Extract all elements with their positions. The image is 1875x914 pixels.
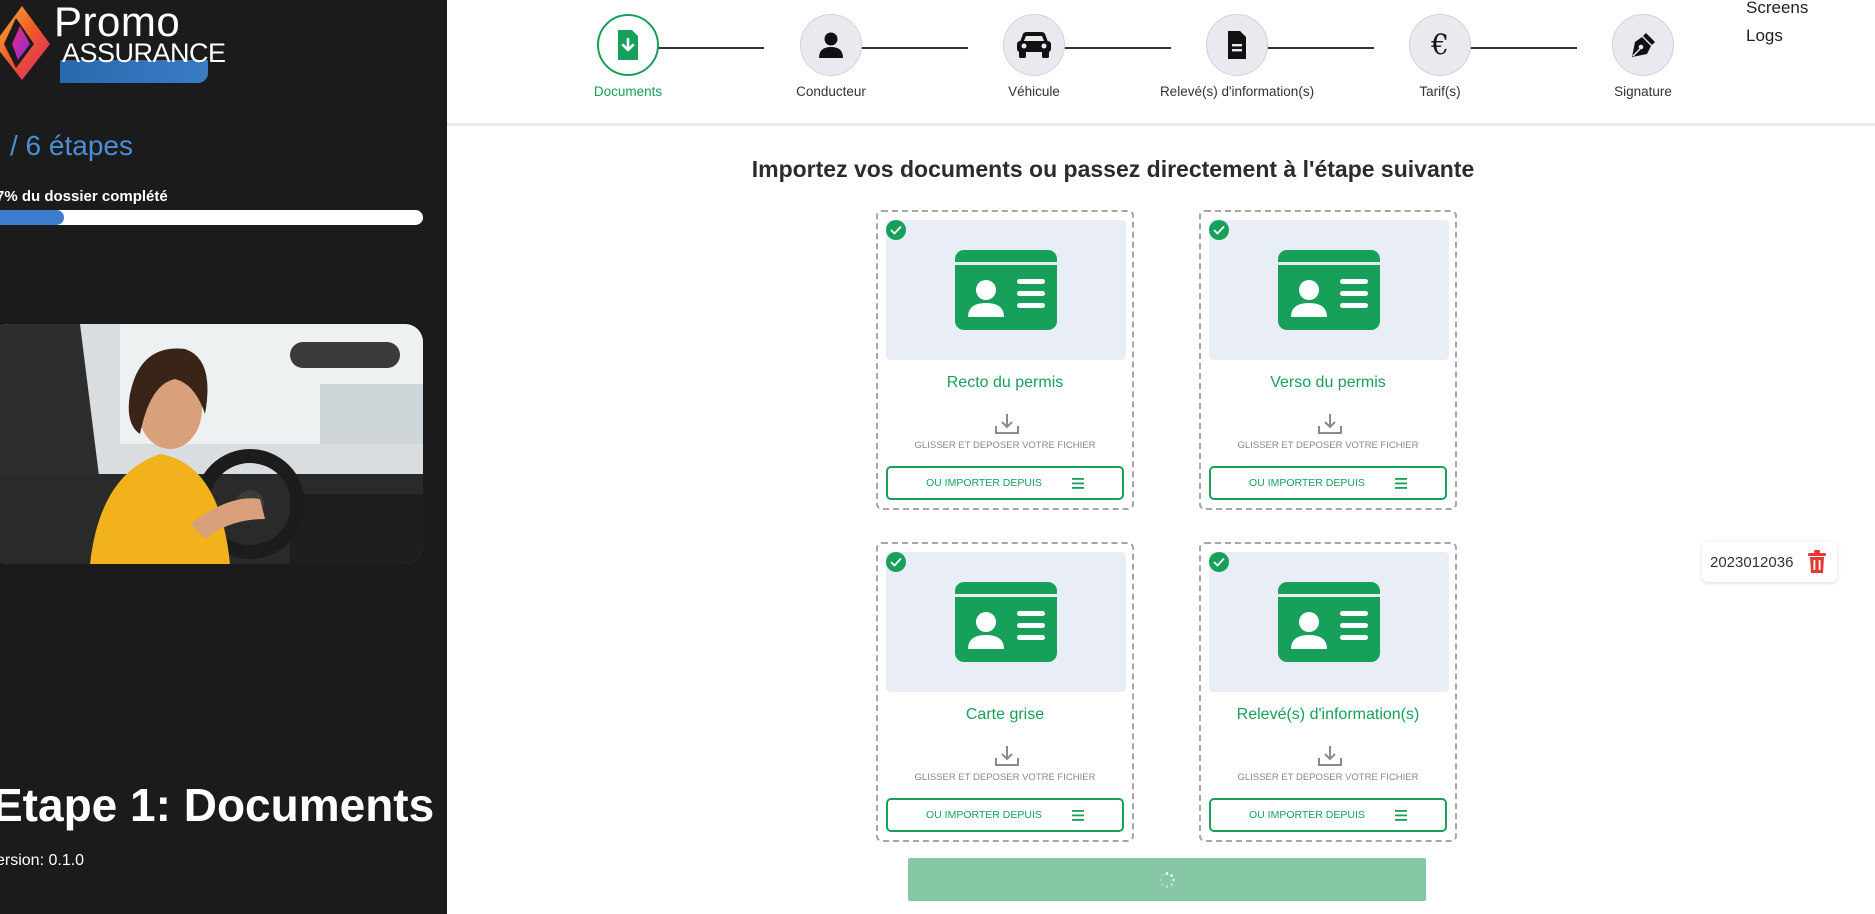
document-label: Verso du permis xyxy=(1270,374,1386,391)
progress-bar xyxy=(0,210,423,225)
loading-spinner-icon xyxy=(1159,871,1175,888)
drop-zone-text: GLISSER ET DEPOSER VOTRE FICHIER xyxy=(914,772,1096,783)
dossier-tag: 2023012036 xyxy=(1702,542,1837,582)
etape-title: Etape 1: Documents xyxy=(0,779,435,831)
hero-image xyxy=(0,324,423,564)
step-documents[interactable]: Documents xyxy=(528,14,728,99)
brand-mark-icon xyxy=(0,6,50,80)
upload-card-recto-permis[interactable]: Recto du permis GLISSER ET DEPOSER VOTRE… xyxy=(876,210,1134,510)
step-label: Tarif(s) xyxy=(1419,84,1461,99)
document-preview xyxy=(886,552,1126,692)
document-preview xyxy=(1209,552,1449,692)
car-icon xyxy=(1017,32,1051,58)
menu-icon xyxy=(1072,810,1084,821)
stepper: Documents Conducteur Véhicule Relevé(s) … xyxy=(447,0,1875,126)
step-circle: € xyxy=(1409,14,1471,76)
file-download-icon xyxy=(618,30,638,60)
id-card-icon xyxy=(955,250,1057,330)
step-label: Conducteur xyxy=(796,84,866,99)
menu-icon xyxy=(1072,478,1084,489)
drop-zone-text: GLISSER ET DEPOSER VOTRE FICHIER xyxy=(914,440,1096,451)
check-icon xyxy=(1209,220,1229,240)
step-conducteur[interactable]: Conducteur xyxy=(731,14,931,99)
steps-count: / 6 étapes xyxy=(10,130,133,161)
user-icon xyxy=(819,32,843,58)
driver-photo xyxy=(0,324,423,564)
import-from-button[interactable]: OU IMPORTER DEPUIS xyxy=(886,798,1124,832)
top-links: Screens Logs xyxy=(1746,0,1808,50)
document-label: Relevé(s) d'information(s) xyxy=(1236,706,1420,723)
step-releves[interactable]: Relevé(s) d'information(s) xyxy=(1137,14,1337,99)
import-from-button[interactable]: OU IMPORTER DEPUIS xyxy=(886,466,1124,500)
progress-fill xyxy=(0,210,64,225)
logs-link[interactable]: Logs xyxy=(1746,22,1808,50)
progress-label: 7% du dossier complété xyxy=(0,188,168,205)
step-tarifs[interactable]: € Tarif(s) xyxy=(1340,14,1540,99)
step-label: Documents xyxy=(593,84,663,99)
step-vehicule[interactable]: Véhicule xyxy=(934,14,1134,99)
svg-text:€: € xyxy=(1430,30,1449,60)
step-signature[interactable]: Signature xyxy=(1543,14,1743,99)
step-circle xyxy=(800,14,862,76)
import-button-label: OU IMPORTER DEPUIS xyxy=(1249,477,1365,489)
import-button-label: OU IMPORTER DEPUIS xyxy=(1249,809,1365,821)
step-label: Véhicule xyxy=(1008,84,1060,99)
document-label: Carte grise xyxy=(965,706,1045,723)
check-icon xyxy=(1209,552,1229,572)
step-circle xyxy=(1003,14,1065,76)
step-label: Signature xyxy=(1614,84,1672,99)
document-icon xyxy=(1228,31,1246,59)
upload-tray-icon xyxy=(1318,414,1342,434)
document-preview xyxy=(1209,220,1449,360)
document-label: Recto du permis xyxy=(946,374,1064,391)
drop-zone-text: GLISSER ET DEPOSER VOTRE FICHIER xyxy=(1237,772,1419,783)
screens-link[interactable]: Screens xyxy=(1746,0,1808,22)
trash-icon[interactable] xyxy=(1806,550,1828,574)
step-circle xyxy=(1206,14,1268,76)
upload-card-releves[interactable]: Relevé(s) d'information(s) GLISSER ET DE… xyxy=(1199,542,1457,842)
next-step-button[interactable] xyxy=(908,858,1426,901)
page-title: Importez vos documents ou passez directe… xyxy=(751,156,1475,182)
document-preview xyxy=(886,220,1126,360)
upload-tray-icon xyxy=(995,746,1019,766)
upload-card-verso-permis[interactable]: Verso du permis GLISSER ET DEPOSER VOTRE… xyxy=(1199,210,1457,510)
brand-name-bottom: ASSURANCE xyxy=(62,38,226,68)
import-from-button[interactable]: OU IMPORTER DEPUIS xyxy=(1209,798,1447,832)
drop-zone-text: GLISSER ET DEPOSER VOTRE FICHIER xyxy=(1237,440,1419,451)
import-from-button[interactable]: OU IMPORTER DEPUIS xyxy=(1209,466,1447,500)
id-card-icon xyxy=(955,582,1057,662)
brand-logo: Promo ASSURANCE xyxy=(0,0,226,86)
sidebar: Promo ASSURANCE / 6 étapes 7% du dossier… xyxy=(0,0,447,914)
pen-nib-icon xyxy=(1632,33,1655,57)
dossier-number: 2023012036 xyxy=(1710,553,1794,571)
version-label: ersion: 0.1.0 xyxy=(0,852,85,869)
check-icon xyxy=(886,552,906,572)
step-label: Relevé(s) d'information(s) xyxy=(1159,84,1315,99)
check-icon xyxy=(886,220,906,240)
id-card-icon xyxy=(1278,582,1380,662)
import-button-label: OU IMPORTER DEPUIS xyxy=(926,477,1042,489)
euro-icon: € xyxy=(1430,30,1449,60)
upload-card-carte-grise[interactable]: Carte grise GLISSER ET DEPOSER VOTRE FIC… xyxy=(876,542,1134,842)
import-button-label: OU IMPORTER DEPUIS xyxy=(926,809,1042,821)
step-circle xyxy=(1612,14,1674,76)
id-card-icon xyxy=(1278,250,1380,330)
menu-icon xyxy=(1395,810,1407,821)
upload-tray-icon xyxy=(1318,746,1342,766)
menu-icon xyxy=(1395,478,1407,489)
app-root: Promo ASSURANCE / 6 étapes 7% du dossier… xyxy=(0,0,1875,914)
step-circle xyxy=(597,14,659,76)
upload-tray-icon xyxy=(995,414,1019,434)
